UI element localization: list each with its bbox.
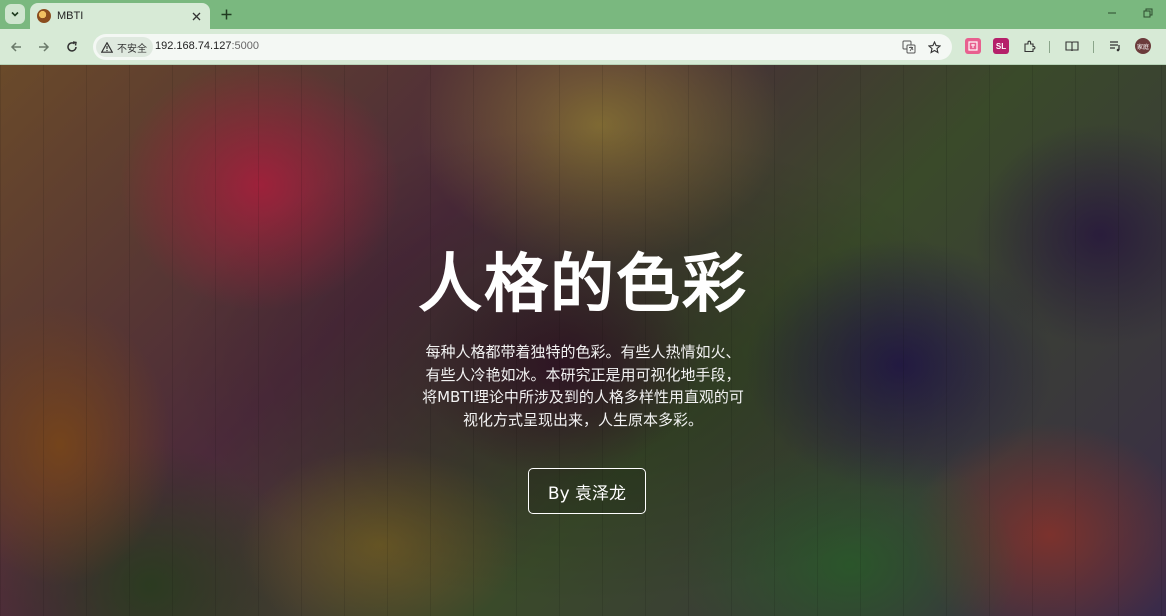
restore-icon — [1143, 8, 1153, 18]
minimize-icon — [1108, 12, 1116, 14]
puzzle-icon — [1023, 40, 1035, 52]
close-icon — [192, 12, 200, 20]
hero-description-line: 将MBTI理论中所涉及到的人格多样性用直观的可 — [422, 388, 744, 406]
security-chip[interactable]: 不安全 — [96, 37, 153, 57]
tab-close-button[interactable] — [188, 8, 204, 24]
toolbar-divider — [1093, 41, 1094, 53]
chevron-down-icon — [11, 11, 19, 17]
warning-icon — [101, 41, 113, 53]
browser-tab[interactable]: MBTI — [30, 3, 210, 29]
window-controls — [1094, 0, 1166, 29]
plus-icon — [221, 9, 231, 19]
extension-sl-button[interactable]: SL — [993, 38, 1009, 54]
tab-title: MBTI — [57, 10, 84, 22]
tab-search-button[interactable] — [5, 4, 25, 24]
hero-description-line: 视化方式呈现出来，人生原本多彩。 — [462, 410, 703, 429]
sl-extension-icon: SL — [995, 41, 1007, 51]
hero-description-line: 有些人冷艳如冰。本研究正是用可视化地手段， — [425, 365, 741, 384]
hero-title: 人格的色彩 — [418, 248, 748, 322]
star-icon — [927, 40, 941, 54]
playlist-icon — [1109, 41, 1120, 52]
avatar-text: 家庭 — [1136, 43, 1149, 51]
restore-button[interactable] — [1130, 0, 1166, 26]
favicon-icon — [37, 9, 51, 23]
forward-button[interactable] — [34, 37, 54, 57]
arrow-left-icon — [10, 42, 21, 52]
reload-icon — [67, 41, 77, 52]
reading-list-button[interactable] — [1107, 38, 1123, 54]
translate-button[interactable] — [901, 39, 917, 55]
translate-icon — [902, 40, 916, 54]
url-text[interactable]: 192.168.74.127:5000 — [155, 40, 259, 52]
toolbar-divider — [1049, 41, 1050, 53]
url-host: 192.168.74.127 — [155, 40, 232, 52]
browser-toolbar: 不安全 192.168.74.127:5000 SL 家庭 — [0, 29, 1166, 65]
hero-description: 每种人格都带着独特的色彩。有些人热情如火、 有些人冷艳如冰。本研究正是用可视化地… — [413, 341, 753, 431]
new-tab-button[interactable] — [217, 5, 235, 23]
security-label: 不安全 — [117, 43, 147, 55]
arrow-right-icon — [39, 42, 50, 52]
hero-description-line: 每种人格都带着独特的色彩。有些人热情如火、 — [425, 343, 741, 361]
tab-bar: MBTI — [0, 0, 1166, 29]
profile-avatar[interactable]: 家庭 — [1135, 38, 1151, 54]
url-port: :5000 — [231, 40, 259, 52]
extensions-button[interactable] — [1021, 38, 1037, 54]
back-button[interactable] — [6, 37, 26, 57]
reload-button[interactable] — [62, 37, 82, 57]
bookmark-button[interactable] — [926, 39, 942, 55]
minimize-button[interactable] — [1094, 0, 1130, 26]
reading-mode-button[interactable] — [1064, 38, 1080, 54]
extension-translator-button[interactable] — [965, 38, 981, 54]
author-button[interactable]: By 袁泽龙 — [528, 468, 646, 514]
address-bar[interactable]: 不安全 192.168.74.127:5000 — [93, 34, 952, 60]
page-content: 人格的色彩 每种人格都带着独特的色彩。有些人热情如火、 有些人冷艳如冰。本研究正… — [0, 65, 1166, 616]
book-icon — [1065, 41, 1079, 52]
translator-extension-icon — [968, 41, 978, 51]
